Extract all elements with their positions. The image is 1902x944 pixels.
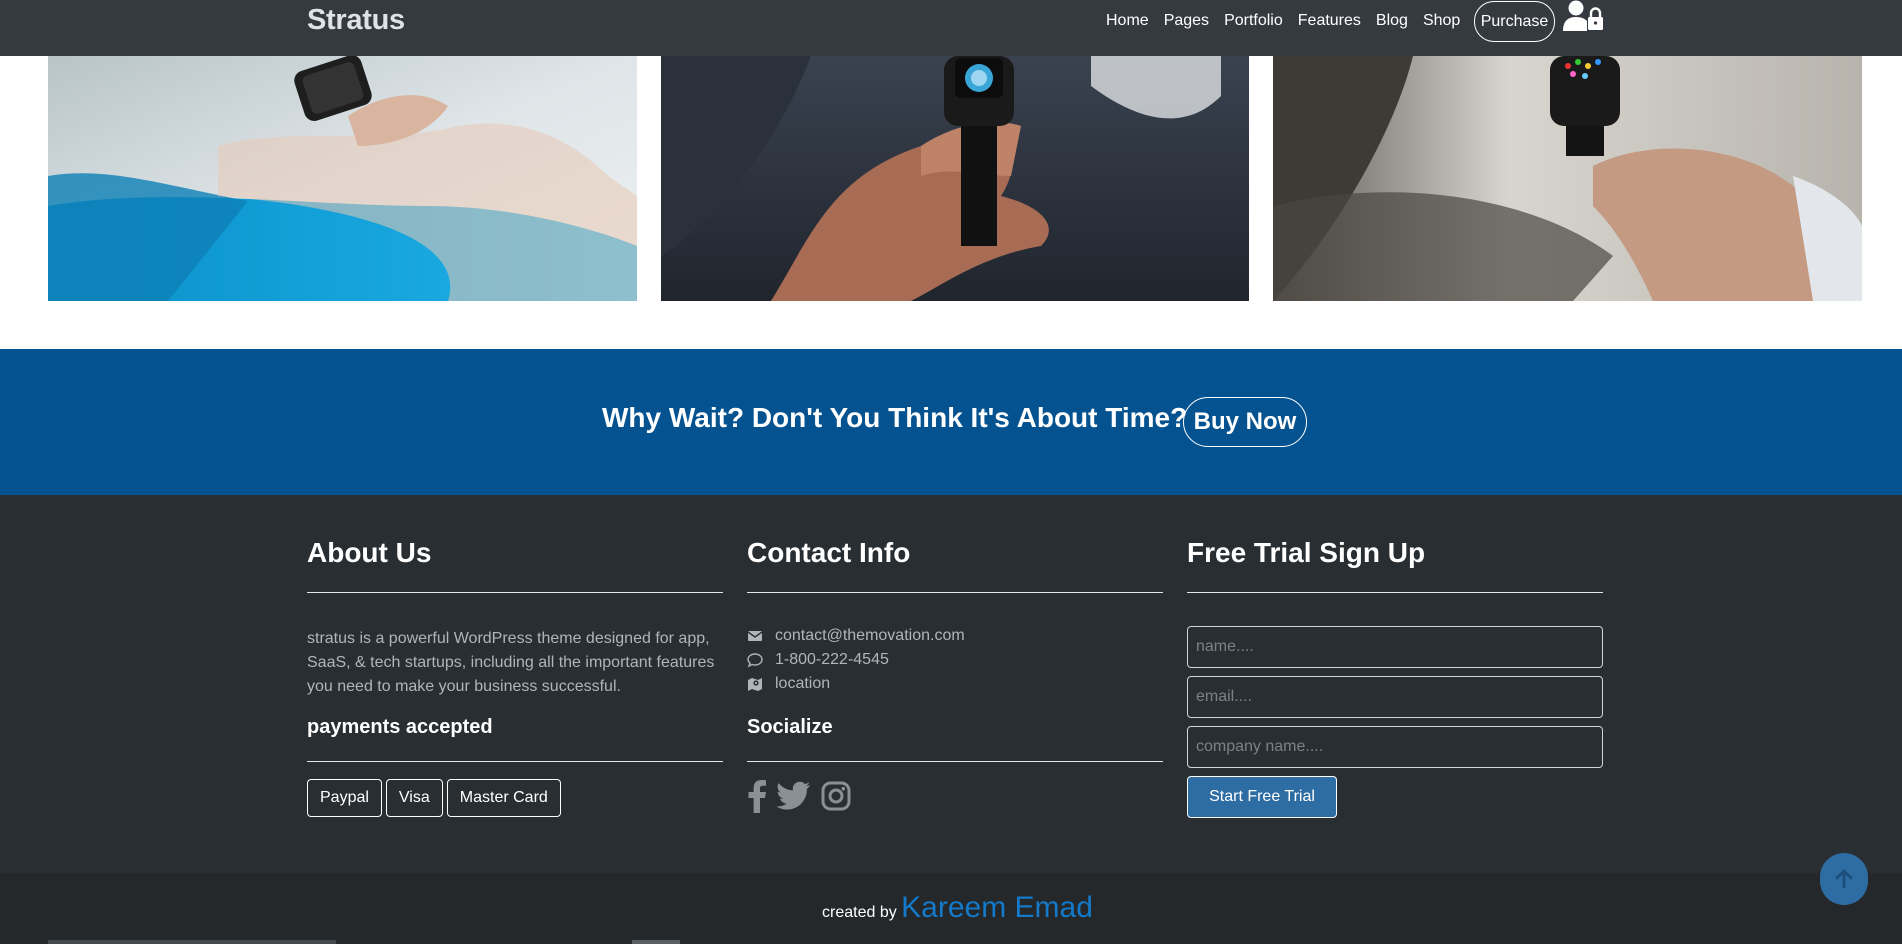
nav-link-home[interactable]: Home — [1106, 12, 1149, 30]
nav-link-pages[interactable]: Pages — [1164, 12, 1209, 30]
instagram-icon[interactable] — [821, 781, 851, 811]
about-text: stratus is a powerful WordPress theme de… — [307, 630, 715, 695]
credit-prefix: created by — [822, 904, 897, 921]
footer: About Us stratus is a powerful WordPress… — [0, 495, 1902, 873]
divider — [747, 592, 1163, 593]
scrollbar-track — [48, 940, 336, 944]
socialize-title: Socialize — [747, 716, 833, 738]
purchase-button[interactable]: Purchase — [1474, 1, 1555, 42]
author-link[interactable]: Kareem Emad — [901, 891, 1093, 924]
brand-logo[interactable]: Stratus — [307, 4, 405, 37]
nav-links: Home Pages Portfolio Features Blog Shop — [1091, 0, 1460, 42]
arrow-up-icon — [1835, 869, 1853, 889]
facebook-icon[interactable] — [747, 779, 767, 813]
smartwatch-photo-2 — [661, 56, 1249, 301]
scroll-to-top-button[interactable] — [1820, 853, 1868, 905]
contact-email[interactable]: contact@themovation.com — [775, 627, 965, 645]
name-field[interactable] — [1187, 626, 1603, 668]
envelope-icon — [747, 631, 763, 641]
contact-title: Contact Info — [747, 537, 911, 568]
comment-icon — [747, 653, 763, 668]
trial-title: Free Trial Sign Up — [1187, 537, 1426, 568]
divider — [747, 761, 1163, 762]
social-links — [747, 779, 861, 813]
nav-link-portfolio[interactable]: Portfolio — [1224, 12, 1283, 30]
contact-location-row: location — [747, 675, 830, 693]
divider — [307, 761, 723, 762]
email-field[interactable] — [1187, 676, 1603, 718]
smartwatch-photo-3 — [1273, 56, 1862, 301]
scrollbar-thumb[interactable] — [632, 940, 680, 944]
smartwatch-photo-1 — [48, 56, 637, 301]
contact-phone-row: 1-800-222-4545 — [747, 651, 889, 669]
nav-link-shop[interactable]: Shop — [1423, 12, 1460, 30]
contact-location[interactable]: location — [775, 675, 830, 693]
payment-visa[interactable]: Visa — [385, 779, 443, 817]
map-marker-icon — [748, 678, 762, 691]
cta-heading: Why Wait? Don't You Think It's About Tim… — [602, 402, 1188, 433]
credit-line: created by Kareem Emad — [822, 891, 1093, 925]
user-lock-icon[interactable] — [1563, 0, 1607, 32]
navbar: Stratus Home Pages Portfolio Features Bl… — [0, 0, 1902, 56]
about-title: About Us — [307, 537, 432, 568]
payment-paypal[interactable]: Paypal — [307, 779, 382, 817]
nav-link-blog[interactable]: Blog — [1376, 12, 1408, 30]
buy-now-button[interactable]: Buy Now — [1183, 397, 1307, 447]
payment-mastercard[interactable]: Master Card — [446, 779, 561, 817]
payment-methods: Paypal Visa Master Card — [307, 779, 565, 817]
contact-phone[interactable]: 1-800-222-4545 — [775, 651, 889, 669]
divider — [307, 592, 723, 593]
company-field[interactable] — [1187, 726, 1603, 768]
contact-email-row: contact@themovation.com — [747, 627, 965, 645]
cta-banner: Why Wait? Don't You Think It's About Tim… — [0, 349, 1902, 495]
payments-title: payments accepted — [307, 716, 493, 738]
divider — [1187, 592, 1603, 593]
start-free-trial-button[interactable]: Start Free Trial — [1187, 776, 1337, 818]
nav-link-features[interactable]: Features — [1298, 12, 1361, 30]
credit-bar: created by Kareem Emad — [0, 873, 1902, 944]
twitter-icon[interactable] — [777, 781, 811, 811]
